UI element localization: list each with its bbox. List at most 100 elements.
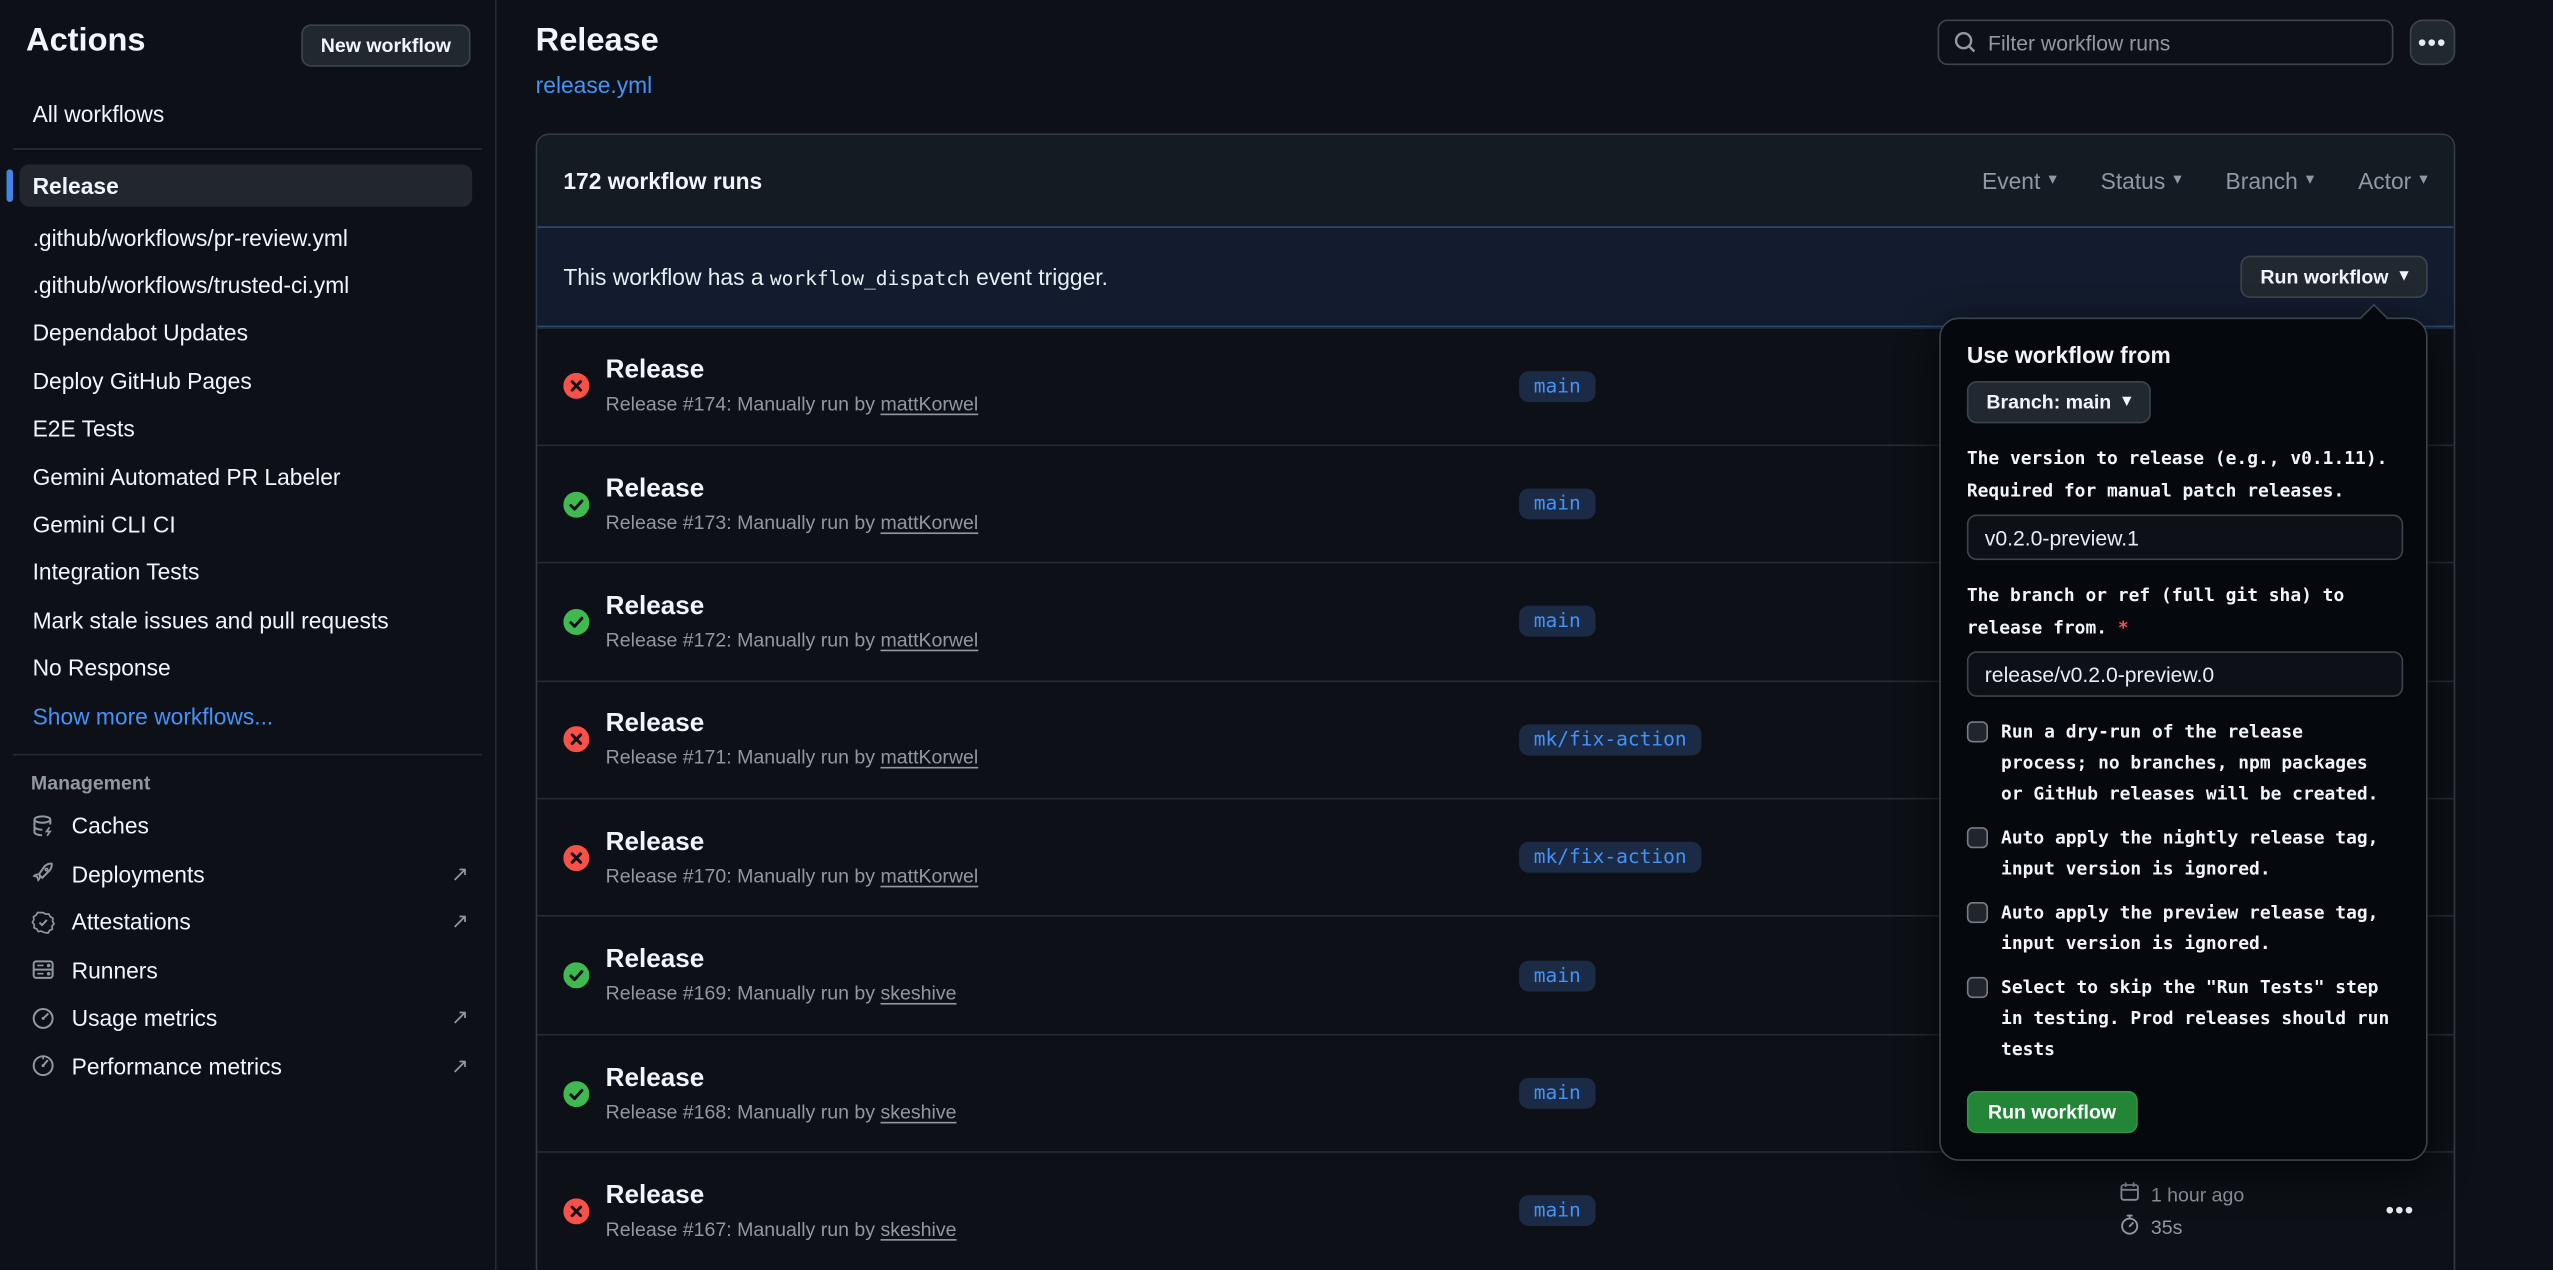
run-meta: 1 hour ago 35s — [2118, 1179, 2244, 1244]
sidebar-item-attestations[interactable]: Attestations ↗ — [0, 898, 495, 946]
stopwatch-icon — [2118, 1214, 2141, 1242]
sidebar-item-label: Deployments — [72, 861, 205, 887]
filter-actor-dropdown[interactable]: Actor▾ — [2358, 168, 2428, 194]
checkbox-label[interactable]: Auto apply the nightly release tag, inpu… — [2001, 822, 2392, 884]
checkbox-label[interactable]: Auto apply the preview release tag, inpu… — [2001, 897, 2392, 959]
chevron-down-icon: ▾ — [2419, 173, 2427, 189]
ref-input[interactable] — [1967, 651, 2403, 697]
sidebar-item-caches[interactable]: Caches — [0, 802, 495, 850]
version-field-label: The version to release (e.g., v0.1.11). … — [1967, 443, 2400, 508]
run-title-link[interactable]: Release — [606, 593, 979, 622]
sidebar-item-dependabot-updates[interactable]: Dependabot Updates — [0, 309, 495, 357]
sidebar-item-release-selected[interactable]: Release — [20, 164, 473, 206]
branch-badge[interactable]: main — [1519, 1078, 1595, 1109]
main-content: Release release.yml ••• 172 workflow run… — [497, 0, 2553, 1270]
required-asterisk: * — [2118, 617, 2129, 638]
success-status-icon — [563, 609, 589, 635]
preview-tag-checkbox-row: Auto apply the preview release tag, inpu… — [1967, 897, 2400, 959]
sidebar-item-deployments[interactable]: Deployments ↗ — [0, 850, 495, 898]
sidebar-item-pr-review[interactable]: .github/workflows/pr-review.yml — [0, 213, 495, 261]
workflow-dispatch-banner: This workflow has a workflow_dispatch ev… — [537, 226, 2453, 326]
filter-branch-dropdown[interactable]: Branch▾ — [2226, 168, 2315, 194]
run-title-link[interactable]: Release — [606, 1064, 957, 1093]
meter-icon — [31, 1005, 57, 1031]
workflow-file-link[interactable]: release.yml — [536, 72, 653, 98]
gauge-icon — [31, 1053, 57, 1079]
sidebar-item-label: Caches — [72, 813, 149, 839]
failure-status-icon — [563, 845, 589, 871]
sidebar-item-label: Release — [33, 173, 119, 199]
sidebar-item-usage-metrics[interactable]: Usage metrics ↗ — [0, 994, 495, 1042]
actor-link[interactable]: mattKorwel — [880, 511, 978, 534]
sidebar-item-all-workflows[interactable]: All workflows — [0, 94, 495, 133]
skip-tests-checkbox[interactable] — [1967, 977, 1988, 998]
kebab-icon: ••• — [2418, 31, 2447, 54]
branch-badge[interactable]: mk/fix-action — [1519, 724, 1701, 755]
run-title-link[interactable]: Release — [606, 828, 979, 857]
sidebar-item-no-response[interactable]: No Response — [0, 644, 495, 692]
filter-status-dropdown[interactable]: Status▾ — [2101, 168, 2182, 194]
dry-run-checkbox[interactable] — [1967, 721, 1988, 742]
sidebar-item-performance-metrics[interactable]: Performance metrics ↗ — [0, 1042, 495, 1090]
filter-event-dropdown[interactable]: Event▾ — [1982, 168, 2057, 194]
branch-badge[interactable]: main — [1519, 489, 1595, 520]
branch-badge[interactable]: main — [1519, 606, 1595, 637]
nightly-tag-checkbox[interactable] — [1967, 827, 1988, 848]
actor-link[interactable]: skeshive — [880, 1100, 956, 1123]
checkbox-label[interactable]: Run a dry-run of the release process; no… — [2001, 716, 2392, 809]
version-input[interactable] — [1967, 515, 2403, 561]
run-options-kebab[interactable]: ••• — [2376, 1190, 2424, 1232]
management-section-label: Management — [31, 772, 495, 795]
success-status-icon — [563, 1080, 589, 1106]
sidebar-item-trusted-ci[interactable]: .github/workflows/trusted-ci.yml — [0, 261, 495, 309]
branch-badge[interactable]: mk/fix-action — [1519, 842, 1701, 873]
sidebar-item-e2e-tests[interactable]: E2E Tests — [0, 405, 495, 453]
sidebar-item-gemini-pr-labeler[interactable]: Gemini Automated PR Labeler — [0, 453, 495, 501]
runs-list-header: 172 workflow runs Event▾ Status▾ Branch▾… — [537, 135, 2453, 226]
actor-link[interactable]: skeshive — [880, 982, 956, 1005]
run-description: Release #168: Manually run by skeshive — [606, 1100, 957, 1123]
branch-badge[interactable]: main — [1519, 1196, 1595, 1227]
actor-link[interactable]: mattKorwel — [880, 393, 978, 416]
filter-workflow-runs-input[interactable] — [1938, 20, 2394, 66]
branch-select-button[interactable]: Branch: main▾ — [1967, 381, 2151, 423]
actions-sidebar: Actions New workflow All workflows Relea… — [0, 0, 497, 1270]
sidebar-item-integration-tests[interactable]: Integration Tests — [0, 548, 495, 596]
run-title-link[interactable]: Release — [606, 475, 979, 504]
popover-title: Use workflow from — [1967, 342, 2400, 368]
sidebar-item-label: Runners — [72, 957, 158, 983]
actor-link[interactable]: skeshive — [880, 1218, 956, 1241]
kebab-icon: ••• — [2386, 1197, 2415, 1223]
show-more-workflows-link[interactable]: Show more workflows... — [0, 692, 495, 740]
ref-field-label: The branch or ref (full git sha) to rele… — [1967, 580, 2400, 645]
chevron-down-icon: ▾ — [2306, 173, 2314, 189]
preview-tag-checkbox[interactable] — [1967, 902, 1988, 923]
run-title-link[interactable]: Release — [606, 357, 979, 386]
branch-badge[interactable]: main — [1519, 960, 1595, 991]
chevron-down-icon: ▾ — [2048, 173, 2056, 189]
checkbox-label[interactable]: Select to skip the "Run Tests" step in t… — [2001, 972, 2392, 1065]
verified-icon — [31, 909, 57, 935]
new-workflow-button[interactable]: New workflow — [301, 24, 470, 66]
run-title-link[interactable]: Release — [606, 1182, 957, 1211]
workflow-run-row[interactable]: Release Release #167: Manually run by sk… — [537, 1152, 2453, 1270]
actor-link[interactable]: mattKorwel — [880, 746, 978, 769]
workflow-dispatch-code: workflow_dispatch — [770, 267, 970, 290]
run-description: Release #171: Manually run by mattKorwel — [606, 746, 979, 769]
run-title-link[interactable]: Release — [606, 710, 979, 739]
external-link-icon: ↗ — [451, 1005, 469, 1031]
sidebar-item-deploy-github-pages[interactable]: Deploy GitHub Pages — [0, 357, 495, 405]
actor-link[interactable]: mattKorwel — [880, 628, 978, 651]
sidebar-item-runners[interactable]: Runners — [0, 946, 495, 994]
branch-badge[interactable]: main — [1519, 371, 1595, 402]
run-workflow-submit-button[interactable]: Run workflow — [1967, 1091, 2137, 1133]
server-icon — [31, 957, 57, 983]
workflow-options-kebab-button[interactable]: ••• — [2410, 20, 2456, 66]
sidebar-item-mark-stale[interactable]: Mark stale issues and pull requests — [0, 596, 495, 644]
run-title-link[interactable]: Release — [606, 946, 957, 975]
sidebar-item-gemini-cli-ci[interactable]: Gemini CLI CI — [0, 500, 495, 548]
run-workflow-dropdown-button[interactable]: Run workflow▾ — [2241, 255, 2428, 297]
search-icon — [1952, 29, 1978, 63]
run-description: Release #173: Manually run by mattKorwel — [606, 511, 979, 534]
actor-link[interactable]: mattKorwel — [880, 864, 978, 887]
